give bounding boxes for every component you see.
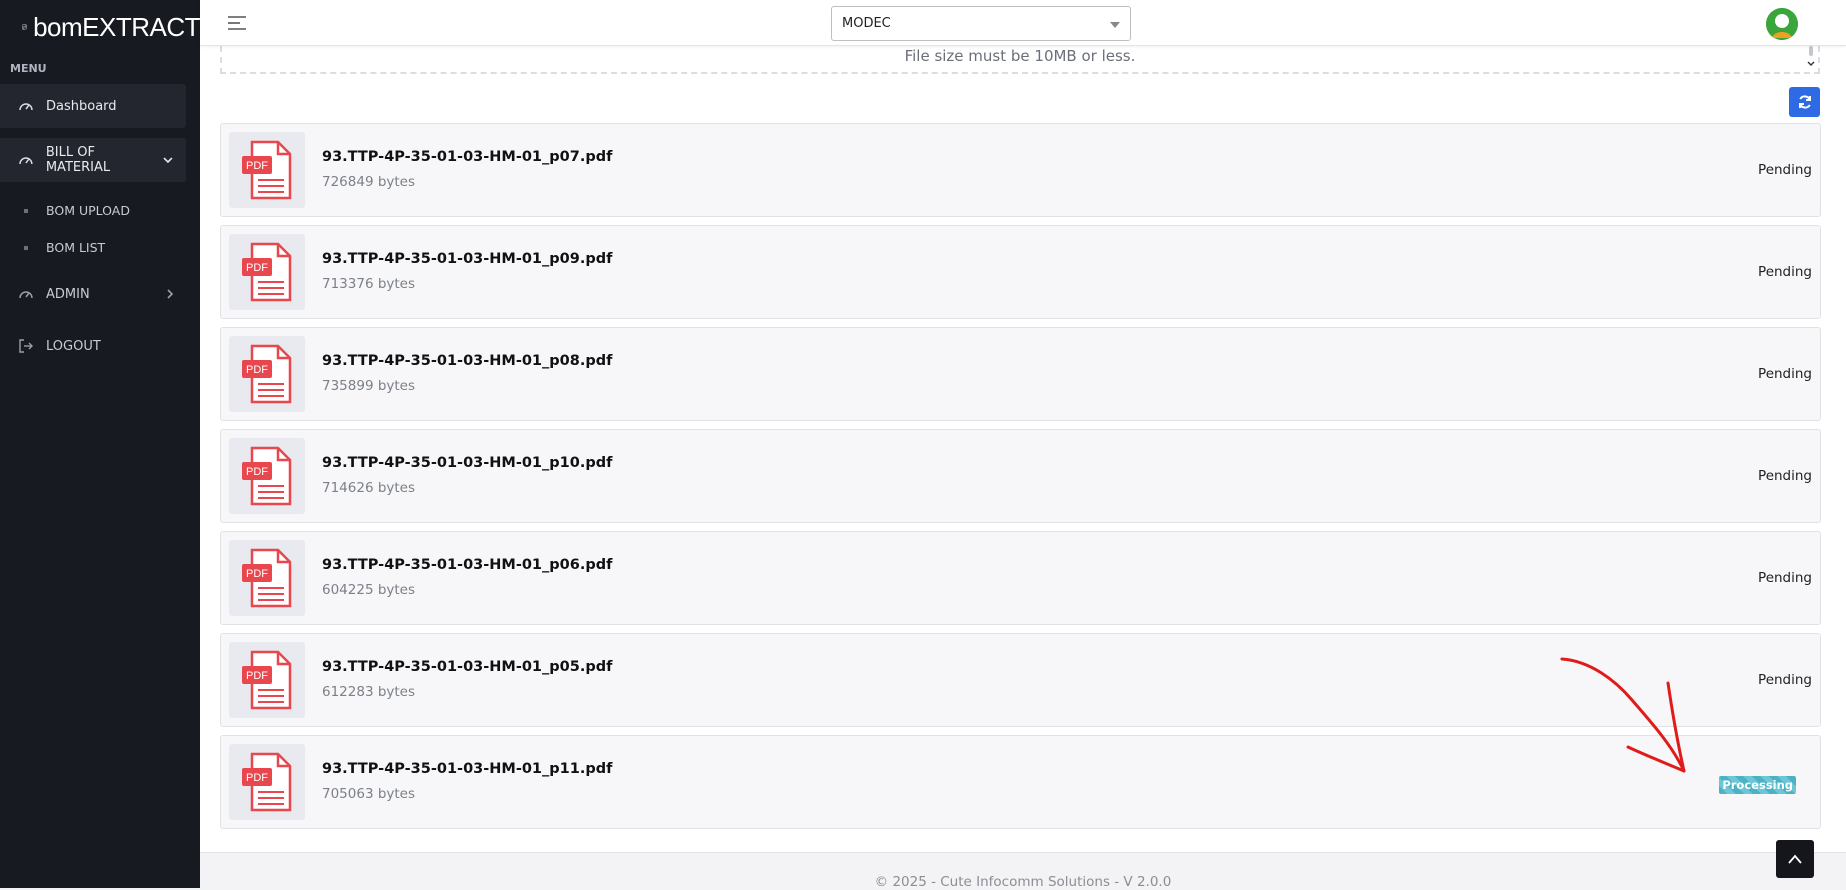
pdf-label: PDF — [246, 466, 268, 478]
sidebar-item-label: BILL OF MATERIAL — [46, 145, 162, 175]
sidebar-subitem-bom-upload[interactable]: BOM UPLOAD — [0, 192, 200, 229]
file-size: 713376 bytes — [322, 276, 415, 292]
sidebar-subitem-bom-list[interactable]: BOM LIST — [0, 229, 200, 266]
file-thumbnail: PDF — [229, 540, 305, 616]
bullet-icon — [24, 246, 28, 250]
status-badge: Pending — [1758, 570, 1812, 586]
sidebar-item-label: BOM UPLOAD — [46, 203, 130, 218]
upload-dropzone[interactable]: File size must be 10MB or less. — [220, 46, 1820, 74]
status-badge: Pending — [1758, 264, 1812, 280]
file-size: 705063 bytes — [322, 786, 415, 802]
document-chart-icon — [22, 12, 27, 42]
sidebar-item-dashboard[interactable]: Dashboard — [0, 84, 186, 128]
topbar: MODEC — [200, 0, 1846, 46]
chevron-right-icon — [164, 288, 176, 300]
sidebar-item-logout[interactable]: LOGOUT — [0, 324, 186, 368]
main-content: File size must be 10MB or less. PDF — [200, 46, 1846, 888]
pdf-label: PDF — [246, 670, 268, 682]
status-badge: Pending — [1758, 162, 1812, 178]
pdf-file-icon: PDF — [240, 342, 294, 406]
hamburger-menu-icon[interactable] — [226, 14, 248, 32]
company-select-value: MODEC — [842, 16, 891, 31]
status-badge: Pending — [1758, 672, 1812, 688]
sidebar: bomEXTRACT MENU Dashboard BILL OF MATERI… — [0, 0, 200, 888]
user-avatar-icon — [1766, 8, 1798, 40]
file-thumbnail: PDF — [229, 336, 305, 412]
file-size: 612283 bytes — [322, 684, 415, 700]
chevron-up-icon — [1787, 853, 1803, 865]
status-badge: Pending — [1758, 468, 1812, 484]
status-badge: Pending — [1758, 366, 1812, 382]
pdf-file-icon: PDF — [240, 648, 294, 712]
file-card[interactable]: PDF 93.TTP-4P-35-01-03-HM-01_p10.pdf 714… — [220, 429, 1821, 523]
pdf-file-icon: PDF — [240, 750, 294, 814]
chevron-down-icon — [162, 154, 174, 166]
speedometer-icon — [18, 152, 34, 168]
brand-name: bomEXTRACT — [33, 12, 200, 43]
file-name: 93.TTP-4P-35-01-03-HM-01_p07.pdf — [322, 149, 612, 165]
caret-down-icon — [1110, 22, 1120, 28]
scrollbar[interactable] — [1806, 46, 1816, 70]
menu-label: MENU — [0, 54, 200, 84]
sidebar-item-bill-of-material[interactable]: BILL OF MATERIAL — [0, 138, 186, 182]
status-badge-processing: Processing — [1719, 776, 1796, 794]
file-card[interactable]: PDF 93.TTP-4P-35-01-03-HM-01_p08.pdf 735… — [220, 327, 1821, 421]
file-thumbnail: PDF — [229, 642, 305, 718]
bullet-icon — [24, 209, 28, 213]
pdf-label: PDF — [246, 160, 268, 172]
sidebar-item-label: LOGOUT — [46, 339, 101, 354]
footer: © 2025 - Cute Infocomm Solutions - V 2.0… — [200, 852, 1846, 888]
file-thumbnail: PDF — [229, 744, 305, 820]
file-name: 93.TTP-4P-35-01-03-HM-01_p08.pdf — [322, 353, 612, 369]
refresh-button[interactable] — [1789, 87, 1820, 117]
speedometer-icon — [18, 286, 34, 302]
file-size: 735899 bytes — [322, 378, 415, 394]
file-list: PDF 93.TTP-4P-35-01-03-HM-01_p07.pdf 726… — [220, 123, 1821, 837]
avatar[interactable] — [1766, 8, 1798, 40]
sidebar-item-label: Dashboard — [46, 99, 117, 114]
brand[interactable]: bomEXTRACT — [0, 0, 200, 54]
file-card[interactable]: PDF 93.TTP-4P-35-01-03-HM-01_p11.pdf 705… — [220, 735, 1821, 829]
sidebar-item-label: BOM LIST — [46, 240, 105, 255]
file-card[interactable]: PDF 93.TTP-4P-35-01-03-HM-01_p07.pdf 726… — [220, 123, 1821, 217]
pdf-file-icon: PDF — [240, 240, 294, 304]
file-thumbnail: PDF — [229, 438, 305, 514]
file-size: 714626 bytes — [322, 480, 415, 496]
pdf-file-icon: PDF — [240, 138, 294, 202]
refresh-icon — [1797, 94, 1813, 110]
file-name: 93.TTP-4P-35-01-03-HM-01_p05.pdf — [322, 659, 612, 675]
file-thumbnail: PDF — [229, 234, 305, 310]
pdf-file-icon: PDF — [240, 444, 294, 508]
pdf-label: PDF — [246, 568, 268, 580]
pdf-label: PDF — [246, 772, 268, 784]
company-select[interactable]: MODEC — [831, 6, 1131, 41]
file-name: 93.TTP-4P-35-01-03-HM-01_p11.pdf — [322, 761, 612, 777]
file-size-note: File size must be 10MB or less. — [222, 47, 1818, 65]
file-size: 604225 bytes — [322, 582, 415, 598]
logout-icon — [18, 338, 34, 354]
file-thumbnail: PDF — [229, 132, 305, 208]
speedometer-icon — [18, 98, 34, 114]
file-name: 93.TTP-4P-35-01-03-HM-01_p10.pdf — [322, 455, 612, 471]
file-card[interactable]: PDF 93.TTP-4P-35-01-03-HM-01_p09.pdf 713… — [220, 225, 1821, 319]
file-name: 93.TTP-4P-35-01-03-HM-01_p06.pdf — [322, 557, 612, 573]
file-card[interactable]: PDF 93.TTP-4P-35-01-03-HM-01_p05.pdf 612… — [220, 633, 1821, 727]
file-size: 726849 bytes — [322, 174, 415, 190]
pdf-label: PDF — [246, 364, 268, 376]
pdf-file-icon: PDF — [240, 546, 294, 610]
sidebar-item-label: ADMIN — [46, 287, 90, 302]
pdf-label: PDF — [246, 262, 268, 274]
file-card[interactable]: PDF 93.TTP-4P-35-01-03-HM-01_p06.pdf 604… — [220, 531, 1821, 625]
sidebar-item-admin[interactable]: ADMIN — [0, 272, 186, 316]
file-name: 93.TTP-4P-35-01-03-HM-01_p09.pdf — [322, 251, 612, 267]
scroll-to-top-button[interactable] — [1776, 840, 1814, 878]
